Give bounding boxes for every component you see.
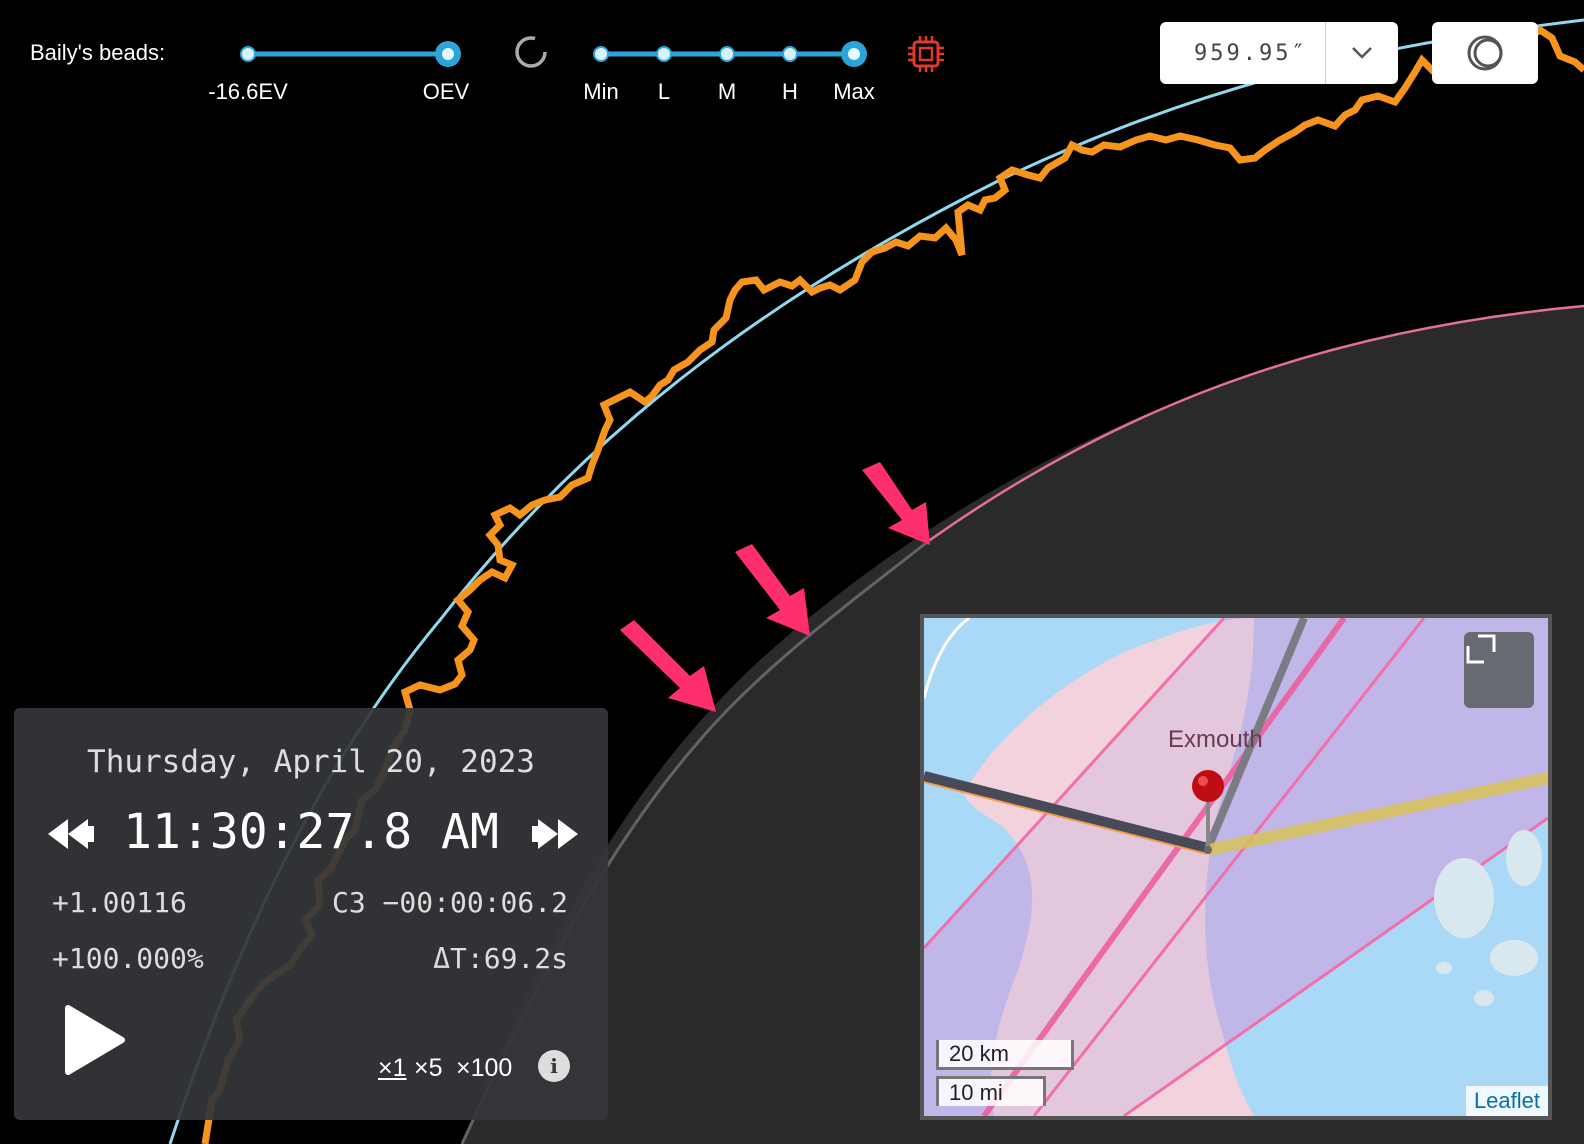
scale-bar-mi: 10 mi: [936, 1076, 1046, 1106]
exposure-stop[interactable]: [240, 46, 256, 62]
date-display: Thursday, April 20, 2023: [87, 744, 535, 780]
fast-forward-icon[interactable]: [530, 816, 580, 852]
lunar-radius-select[interactable]: 959.95″: [1160, 22, 1398, 84]
overlap-circles-icon: [1467, 35, 1503, 71]
contact-countdown: C3 −00:00:06.2: [331, 886, 568, 919]
quality-stop[interactable]: [782, 46, 798, 62]
info-icon[interactable]: i: [538, 1050, 570, 1082]
arrow-icon: [735, 544, 810, 636]
quality-stop[interactable]: [719, 46, 735, 62]
quality-label-m: M: [717, 79, 737, 104]
fullscreen-icon: [1466, 634, 1496, 664]
fullscreen-button[interactable]: [1464, 632, 1534, 708]
arrow-icon: [862, 462, 930, 545]
loading-ring-icon[interactable]: [514, 35, 548, 69]
coverage-value: +100.000%: [52, 942, 204, 975]
time-panel: Thursday, April 20, 2023 11:30:27.8 AM +…: [14, 708, 608, 1120]
speed-x1-button[interactable]: ×1: [378, 1054, 407, 1083]
view-toggle-button[interactable]: [1432, 22, 1538, 84]
quality-slider[interactable]: [593, 41, 867, 67]
speed-x5-button[interactable]: ×5: [414, 1054, 443, 1083]
exposure-min-label: -16.6EV: [208, 79, 288, 104]
quality-stop[interactable]: [656, 46, 672, 62]
quality-label-l: L: [657, 79, 671, 104]
lunar-radius-value: 959.95″: [1194, 40, 1308, 66]
scale-bar-km: 20 km: [936, 1040, 1074, 1070]
magnitude-value: +1.00116: [52, 886, 187, 919]
play-icon[interactable]: [62, 1004, 126, 1076]
gpu-chip-icon[interactable]: [906, 34, 946, 74]
exposure-max-label: OEV: [422, 79, 470, 104]
leaflet-attribution-link[interactable]: Leaflet: [1465, 1086, 1548, 1116]
speed-x100-button[interactable]: ×100: [456, 1054, 512, 1083]
chevron-down-icon[interactable]: [1326, 22, 1398, 84]
map-town-label: Exmouth: [1168, 726, 1263, 753]
quality-label-min: Min: [583, 79, 619, 104]
delta-t-value: ΔT:69.2s: [433, 942, 568, 975]
quality-stop[interactable]: [593, 46, 609, 62]
time-display: 11:30:27.8 AM: [123, 804, 499, 860]
quality-label-h: H: [782, 79, 798, 104]
location-map[interactable]: Exmouth 20 km 10 mi Leaflet: [920, 614, 1552, 1120]
bailys-beads-label: Baily's beads:: [30, 40, 166, 65]
quality-label-max: Max: [833, 79, 875, 104]
arrow-icon: [620, 620, 716, 712]
exposure-slider[interactable]: [240, 41, 461, 67]
